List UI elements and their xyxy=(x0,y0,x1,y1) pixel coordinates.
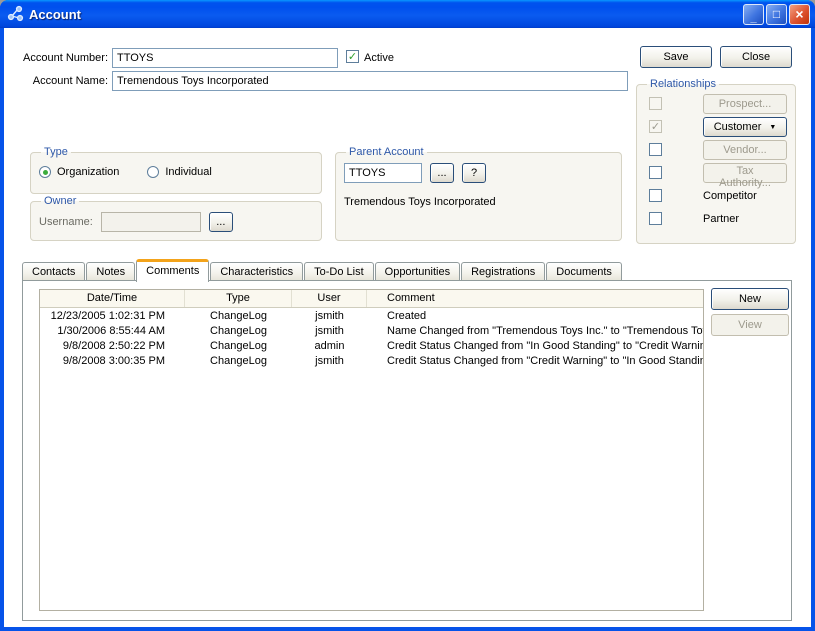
tab-strip: Contacts Notes Comments Characteristics … xyxy=(22,258,623,281)
cell-user: jsmith xyxy=(292,309,367,323)
column-header-datetime[interactable]: Date/Time xyxy=(40,290,185,307)
partner-checkbox[interactable] xyxy=(649,212,662,225)
individual-radio[interactable] xyxy=(147,166,159,178)
individual-radio-label: Individual xyxy=(165,166,211,178)
table-row[interactable]: 1/30/2006 8:55:44 AM ChangeLog jsmith Na… xyxy=(40,324,703,338)
save-button[interactable]: Save xyxy=(640,46,712,68)
view-comment-button[interactable]: View xyxy=(711,314,789,336)
close-button[interactable]: Close xyxy=(720,46,792,68)
cell-datetime: 12/23/2005 1:02:31 PM xyxy=(40,309,185,323)
tax-authority-checkbox[interactable] xyxy=(649,166,662,179)
comments-table-header: Date/Time Type User Comment xyxy=(40,290,703,308)
radio-dot-icon xyxy=(43,170,48,175)
comments-tab-panel: Date/Time Type User Comment 12/23/2005 1… xyxy=(22,280,792,621)
cell-comment: Credit Status Changed from "Credit Warni… xyxy=(367,354,703,368)
table-row[interactable]: 9/8/2008 3:00:35 PM ChangeLog jsmith Cre… xyxy=(40,354,703,368)
relationship-row-prospect: Prospect... xyxy=(645,92,787,115)
tab-contacts[interactable]: Contacts xyxy=(22,262,85,281)
relationship-row-customer: ✓ Customer▼ xyxy=(645,115,787,138)
customer-checkbox[interactable]: ✓ xyxy=(649,120,662,133)
cell-user: jsmith xyxy=(292,354,367,368)
cell-datetime: 9/8/2008 2:50:22 PM xyxy=(40,339,185,353)
cell-comment: Credit Status Changed from "In Good Stan… xyxy=(367,339,703,353)
owner-group: Owner Username: ... xyxy=(30,195,322,241)
dialog-client-area: Account Number: ✓ Active Save Close Acco… xyxy=(4,28,811,627)
owner-group-title: Owner xyxy=(41,195,79,207)
account-name-input[interactable] xyxy=(112,71,628,91)
active-checkbox[interactable]: ✓ xyxy=(346,50,359,63)
parent-account-browse-button[interactable]: ... xyxy=(430,163,454,183)
minimize-button[interactable]: _ xyxy=(743,4,764,25)
parent-account-resolved-name: Tremendous Toys Incorporated xyxy=(344,196,613,208)
organization-radio-label: Organization xyxy=(57,166,119,178)
cell-user: jsmith xyxy=(292,324,367,338)
close-window-button[interactable]: × xyxy=(789,4,810,25)
tab-todo-list[interactable]: To-Do List xyxy=(304,262,374,281)
cell-comment: Name Changed from "Tremendous Toys Inc."… xyxy=(367,324,703,338)
account-name-label: Account Name: xyxy=(4,74,108,88)
dropdown-arrow-icon: ▼ xyxy=(769,124,776,131)
column-header-user[interactable]: User xyxy=(292,290,367,307)
cell-type: ChangeLog xyxy=(185,309,292,323)
tab-documents[interactable]: Documents xyxy=(546,262,622,281)
relationships-group: Relationships Prospect... ✓ Customer▼ Ve… xyxy=(636,78,796,244)
close-icon: × xyxy=(795,6,803,22)
cell-type: ChangeLog xyxy=(185,354,292,368)
active-label: Active xyxy=(364,51,394,65)
type-group: Type Organization Individual xyxy=(30,146,322,194)
minimize-icon: _ xyxy=(750,14,756,22)
relationship-row-vendor: Vendor... xyxy=(645,138,787,161)
owner-browse-button[interactable]: ... xyxy=(209,212,233,232)
username-input[interactable] xyxy=(101,212,201,232)
titlebar[interactable]: Account _ □ × xyxy=(0,0,815,28)
column-header-comment[interactable]: Comment xyxy=(367,290,703,307)
cell-type: ChangeLog xyxy=(185,339,292,353)
parent-account-group: Parent Account ... ? Tremendous Toys Inc… xyxy=(335,146,622,241)
check-icon: ✓ xyxy=(347,51,358,63)
table-row[interactable]: 12/23/2005 1:02:31 PM ChangeLog jsmith C… xyxy=(40,309,703,323)
prospect-button[interactable]: Prospect... xyxy=(703,94,787,114)
relationship-row-tax-authority: Tax Authority... xyxy=(645,161,787,184)
tab-opportunities[interactable]: Opportunities xyxy=(375,262,460,281)
account-window: Account _ □ × Account Number: ✓ Active S… xyxy=(0,0,815,631)
customer-dropdown-button[interactable]: Customer▼ xyxy=(703,117,787,137)
cell-datetime: 1/30/2006 8:55:44 AM xyxy=(40,324,185,338)
cell-comment: Created xyxy=(367,309,703,323)
parent-account-group-title: Parent Account xyxy=(346,146,427,158)
table-row[interactable]: 9/8/2008 2:50:22 PM ChangeLog admin Cred… xyxy=(40,339,703,353)
column-header-type[interactable]: Type xyxy=(185,290,292,307)
relationships-group-title: Relationships xyxy=(647,78,719,90)
username-label: Username: xyxy=(39,216,93,228)
partner-label: Partner xyxy=(703,213,787,225)
cell-user: admin xyxy=(292,339,367,353)
cell-type: ChangeLog xyxy=(185,324,292,338)
check-icon: ✓ xyxy=(650,121,661,133)
comments-table[interactable]: Date/Time Type User Comment 12/23/2005 1… xyxy=(39,289,704,611)
account-app-icon xyxy=(7,5,25,23)
type-group-title: Type xyxy=(41,146,71,158)
relationship-row-partner: Partner xyxy=(645,207,787,230)
cell-datetime: 9/8/2008 3:00:35 PM xyxy=(40,354,185,368)
window-title: Account xyxy=(29,7,741,22)
tab-registrations[interactable]: Registrations xyxy=(461,262,545,281)
vendor-checkbox[interactable] xyxy=(649,143,662,156)
maximize-button[interactable]: □ xyxy=(766,4,787,25)
tab-comments[interactable]: Comments xyxy=(136,259,209,282)
parent-account-help-button[interactable]: ? xyxy=(462,163,486,183)
account-number-label: Account Number: xyxy=(4,51,108,65)
account-number-input[interactable] xyxy=(112,48,338,68)
new-comment-button[interactable]: New xyxy=(711,288,789,310)
organization-radio[interactable] xyxy=(39,166,51,178)
vendor-button[interactable]: Vendor... xyxy=(703,140,787,160)
maximize-icon: □ xyxy=(773,7,780,21)
competitor-checkbox[interactable] xyxy=(649,189,662,202)
tax-authority-button[interactable]: Tax Authority... xyxy=(703,163,787,183)
prospect-checkbox[interactable] xyxy=(649,97,662,110)
tab-characteristics[interactable]: Characteristics xyxy=(210,262,303,281)
tab-notes[interactable]: Notes xyxy=(86,262,135,281)
parent-account-input[interactable] xyxy=(344,163,422,183)
competitor-label: Competitor xyxy=(703,190,787,202)
